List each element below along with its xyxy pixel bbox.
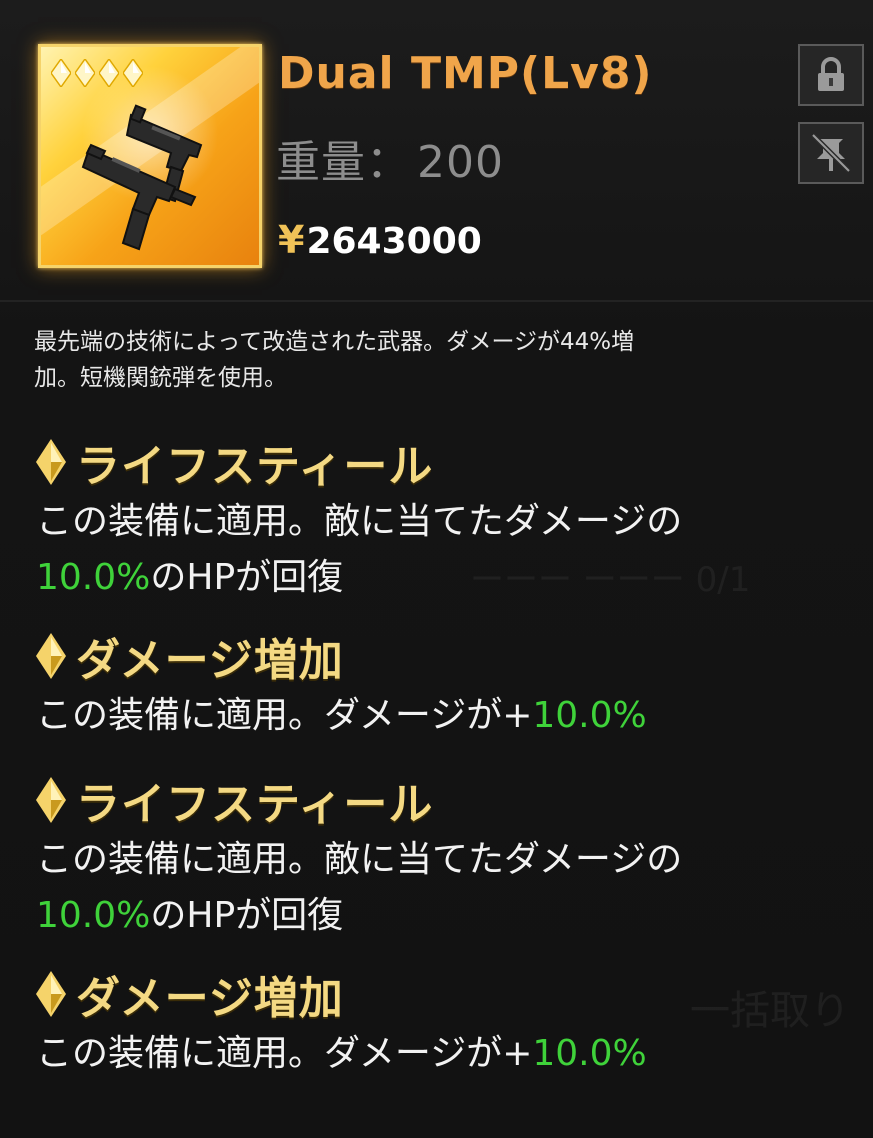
effect-block: ライフスティール この装備に適用。敵に当てたダメージの 10.0%のHPが回復	[36, 432, 856, 606]
effect-line: この装備に適用。ダメージが+10.0%	[36, 688, 856, 744]
item-icon-frame	[38, 44, 262, 268]
effect-name: ライフスティール	[76, 441, 434, 492]
lock-button[interactable]	[798, 44, 864, 106]
effect-line: 10.0%のHPが回復	[36, 888, 856, 944]
description-line: 加。短機関銃弾を使用。	[34, 365, 287, 391]
effect-block: ダメージ増加 この装備に適用。ダメージが+10.0%	[36, 626, 856, 744]
effect-description: この装備に適用。ダメージが+10.0%	[36, 1026, 856, 1082]
effect-prefix: この装備に適用。ダメージが+	[36, 695, 533, 736]
weight-label: 重量：	[276, 137, 411, 188]
item-name: Dual TMP(Lv8)	[278, 48, 653, 99]
effect-header: ライフスティール	[36, 432, 856, 492]
rarity-star-icon	[99, 59, 119, 87]
effect-header: ダメージ増加	[36, 626, 856, 686]
rarity-star-icon	[75, 59, 95, 87]
effect-prefix: この装備に適用。ダメージが+	[36, 1033, 533, 1074]
effect-line: この装備に適用。敵に当てたダメージの	[36, 501, 683, 542]
price-value: 2643000	[306, 221, 482, 262]
effect-name: ダメージ増加	[76, 973, 344, 1024]
item-detail-panel: ーーー ーーー 0/1 一括取り Dual TMP(Lv8) 重量： 200 ¥…	[0, 0, 873, 1138]
rarity-star-icon	[51, 59, 71, 87]
effect-value: 10.0%	[532, 695, 647, 736]
effect-value: 10.0%	[36, 557, 151, 598]
effect-line: この装備に適用。ダメージが+10.0%	[36, 1026, 856, 1082]
effect-line: この装備に適用。敵に当てたダメージの	[36, 839, 683, 880]
effect-suffix: のHPが回復	[150, 895, 344, 936]
item-weight: 重量： 200	[276, 126, 504, 190]
rarity-star-icon	[123, 59, 143, 87]
item-description: 最先端の技術によって改造された武器。ダメージが44%増 加。短機関銃弾を使用。	[34, 324, 834, 396]
submachine-gun-icon	[81, 104, 203, 251]
effect-description: この装備に適用。敵に当てたダメージの 10.0%のHPが回復	[36, 494, 856, 606]
effect-suffix: のHPが回復	[150, 557, 344, 598]
effect-value: 10.0%	[36, 895, 151, 936]
unpin-button[interactable]	[798, 122, 864, 184]
effect-block: ライフスティール この装備に適用。敵に当てたダメージの 10.0%のHPが回復	[36, 770, 856, 944]
effect-header: ダメージ増加	[36, 964, 856, 1024]
effect-description: この装備に適用。ダメージが+10.0%	[36, 688, 856, 744]
effect-description: この装備に適用。敵に当てたダメージの 10.0%のHPが回復	[36, 832, 856, 944]
currency-symbol: ¥	[278, 218, 305, 262]
effect-block: ダメージ増加 この装備に適用。ダメージが+10.0%	[36, 964, 856, 1082]
lock-icon	[818, 57, 844, 91]
effect-header: ライフスティール	[36, 770, 856, 830]
diamond-icon	[36, 777, 66, 823]
diamond-icon	[36, 633, 66, 679]
effect-name: ライフスティール	[76, 779, 434, 830]
diamond-icon	[36, 971, 66, 1017]
effect-value: 10.0%	[532, 1033, 647, 1074]
rarity-stars	[51, 59, 143, 87]
weight-value: 200	[417, 137, 504, 188]
item-price: ¥ 2643000	[278, 218, 482, 262]
effect-name: ダメージ増加	[76, 635, 344, 686]
item-header: Dual TMP(Lv8) 重量： 200 ¥ 2643000	[0, 0, 873, 302]
description-line: 最先端の技術によって改造された武器。ダメージが44%増	[34, 329, 635, 355]
diamond-icon	[36, 439, 66, 485]
unpin-icon	[811, 133, 851, 173]
effect-line: 10.0%のHPが回復	[36, 550, 856, 606]
